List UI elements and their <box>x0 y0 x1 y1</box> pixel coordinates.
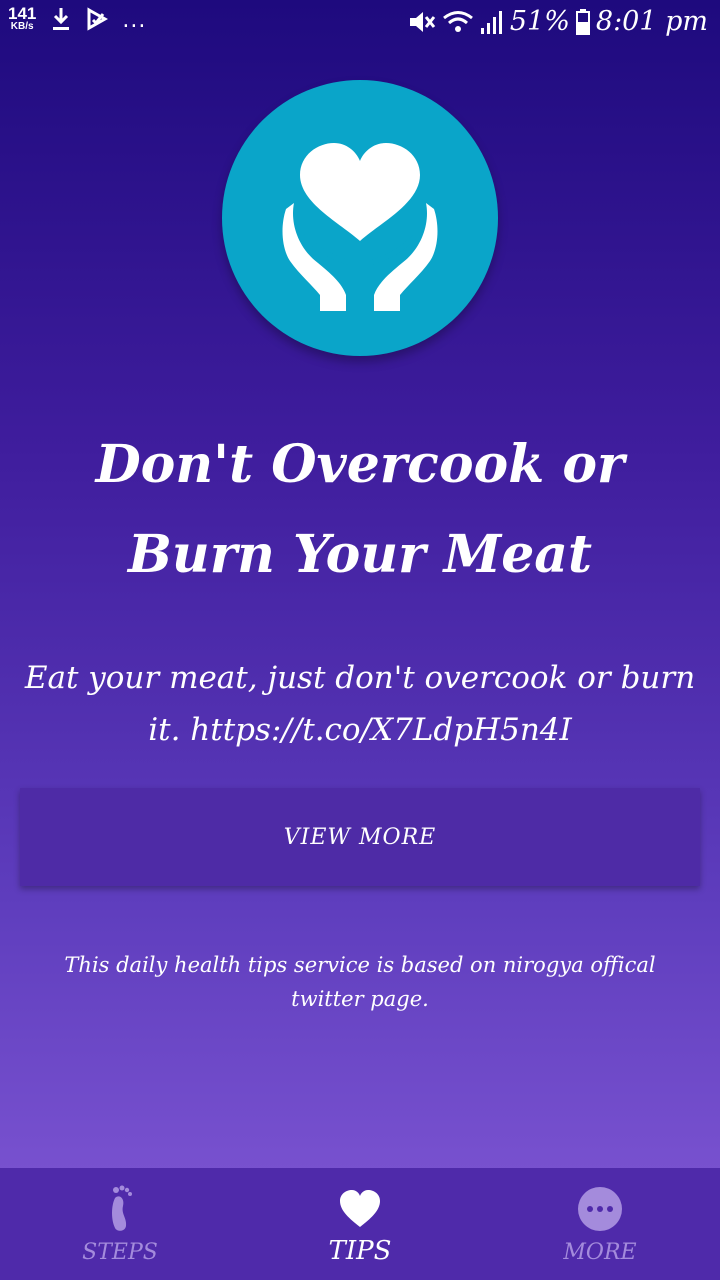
nav-steps[interactable]: STEPS <box>0 1168 240 1280</box>
more-indicator: ... <box>122 8 147 33</box>
net-speed: 141 KB/s <box>8 5 36 33</box>
battery-icon <box>575 8 590 35</box>
nav-more-label: MORE <box>563 1240 637 1265</box>
clock: 8:01 pm <box>595 6 708 37</box>
battery-percent: 51% <box>509 6 570 37</box>
nav-steps-label: STEPS <box>82 1240 158 1265</box>
net-speed-unit: KB/s <box>10 21 34 32</box>
download-icon <box>53 8 70 30</box>
heart-hands-icon <box>282 143 438 311</box>
status-right: 51% 8:01 pm <box>408 6 708 37</box>
service-footnote: This daily health tips service is based … <box>64 953 656 1011</box>
play-store-icon <box>87 7 109 31</box>
heart-icon <box>338 1184 382 1234</box>
app-logo <box>222 80 498 356</box>
nav-more[interactable]: MORE <box>480 1168 720 1280</box>
tip-title: Don't Overcook or Burn Your Meat <box>95 434 625 585</box>
mute-icon <box>409 11 436 32</box>
nav-tips[interactable]: TIPS <box>240 1168 480 1280</box>
wifi-icon <box>442 10 473 32</box>
more-dots-icon <box>577 1184 623 1234</box>
bottom-navigation: STEPS TIPS MORE <box>0 1168 720 1280</box>
view-more-button[interactable]: VIEW MORE <box>20 788 700 886</box>
signal-icon <box>480 10 502 34</box>
footprint-icon <box>105 1184 135 1234</box>
status-bar: 141 KB/s ... 51% 8:01 pm <box>0 0 720 48</box>
status-left: 141 KB/s ... <box>8 5 147 33</box>
nav-tips-label: TIPS <box>328 1236 392 1266</box>
tip-description: Eat your meat, just don't overcook or bu… <box>24 660 696 748</box>
